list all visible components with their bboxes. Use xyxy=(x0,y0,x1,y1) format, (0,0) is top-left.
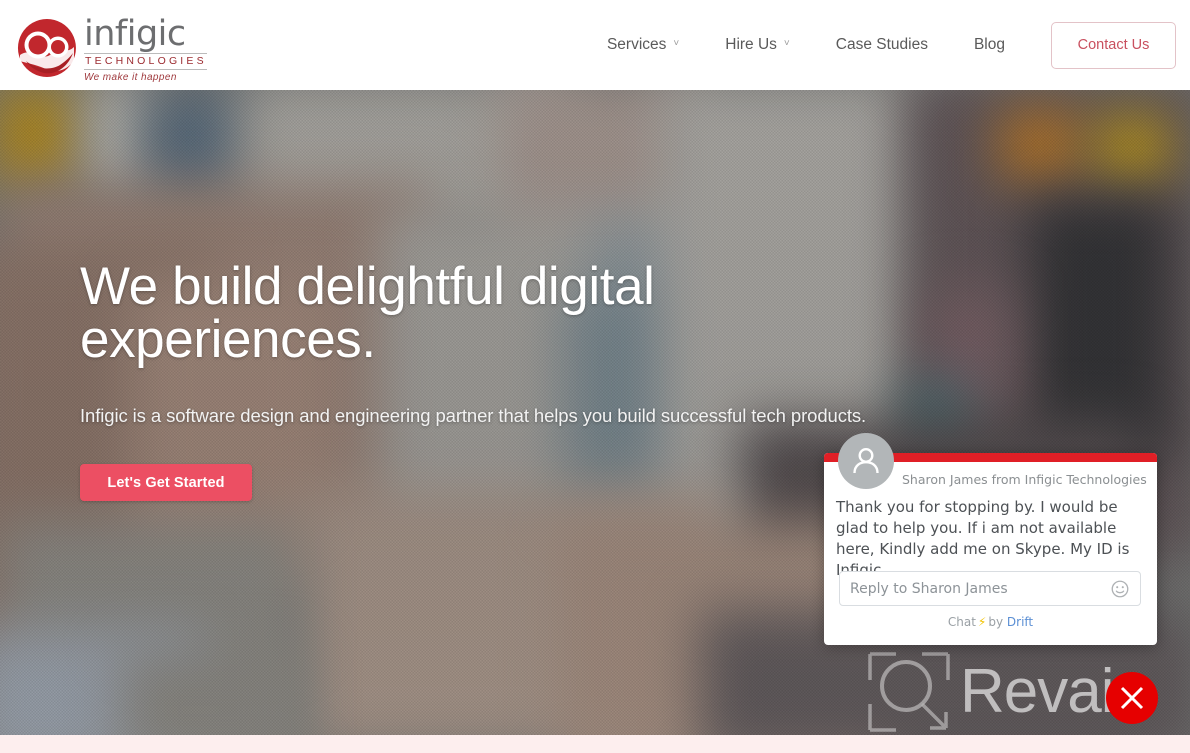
chat-footer-by: by xyxy=(988,615,1004,629)
nav-item-case-studies[interactable]: Case Studies xyxy=(836,36,928,54)
hero-subtitle: Infigic is a software design and enginee… xyxy=(80,405,867,426)
chat-footer-label: Chat xyxy=(947,615,976,629)
hero-title-line-1: We build delightful digital xyxy=(80,257,655,316)
chat-message-text: Thank you for stopping by. I would be gl… xyxy=(836,498,1130,579)
nav-item-hire-us[interactable]: Hire Us ˅ xyxy=(725,36,790,54)
person-icon xyxy=(853,447,879,474)
chevron-down-icon: ˅ xyxy=(673,38,680,49)
nav-label-blog: Blog xyxy=(973,36,1005,53)
chevron-down-icon: ˅ xyxy=(783,38,790,49)
main-navigation: Services ˅ Hire Us ˅ Case Studies Blog C… xyxy=(607,0,1190,90)
hero-content: We build delightful digital experiences.… xyxy=(80,260,910,501)
page-title: We build delightful digital experiences. xyxy=(80,260,910,366)
drift-brand-link[interactable]: Drift xyxy=(1007,615,1033,629)
smiley-icon[interactable] xyxy=(1111,580,1129,598)
nav-item-blog[interactable]: Blog xyxy=(974,36,1005,54)
drift-chat-widget: Sharon James from Infigic Technologies T… xyxy=(824,433,1157,645)
infigic-logo-icon xyxy=(16,17,78,79)
contact-us-label: Contact Us xyxy=(1077,37,1150,53)
lightning-bolt-icon: ⚡ xyxy=(977,615,987,629)
logo-subtitle: TECHNOLOGIES xyxy=(84,53,207,70)
contact-us-button[interactable]: Contact Us xyxy=(1051,21,1176,69)
logo-tagline: We make it happen xyxy=(84,72,177,83)
close-button[interactable] xyxy=(1106,672,1158,724)
nav-label-hire-us: Hire Us xyxy=(725,36,777,53)
chat-widget-footer: Chat ⚡ by Drift xyxy=(824,615,1157,629)
hero-title-line-2: experiences. xyxy=(80,310,376,369)
nav-label-services: Services xyxy=(606,36,667,53)
chat-reply-row xyxy=(839,571,1141,606)
chat-agent-name: Sharon James from Infigic Technologies xyxy=(902,472,1147,487)
chat-reply-input[interactable] xyxy=(840,572,1111,605)
page-root: infigic TECHNOLOGIES We make it happen S… xyxy=(0,0,1190,753)
avatar xyxy=(838,433,894,489)
site-header: infigic TECHNOLOGIES We make it happen S… xyxy=(0,0,1190,90)
bottom-band xyxy=(0,735,1190,753)
lets-get-started-button[interactable]: Let's Get Started xyxy=(80,464,252,501)
logo-text: infigic TECHNOLOGIES We make it happen xyxy=(84,13,207,83)
site-logo[interactable]: infigic TECHNOLOGIES We make it happen xyxy=(16,13,207,83)
logo-wordmark: infigic xyxy=(84,14,186,54)
close-icon xyxy=(1120,686,1144,710)
nav-item-services[interactable]: Services ˅ xyxy=(607,36,679,54)
nav-label-case-studies: Case Studies xyxy=(835,36,928,53)
